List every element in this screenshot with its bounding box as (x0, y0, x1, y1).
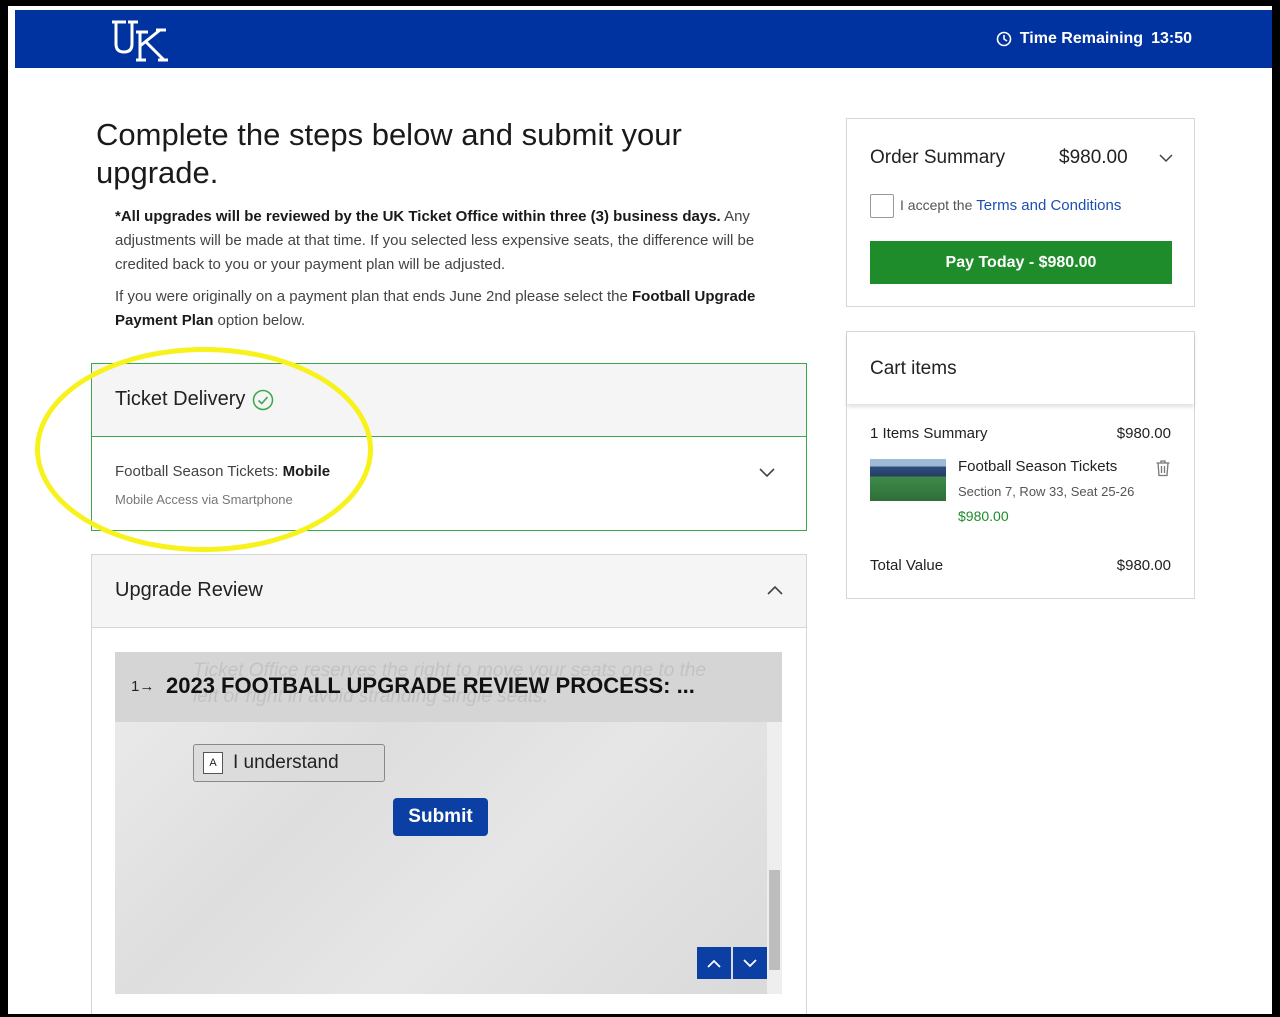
embed-scrollbar[interactable] (767, 722, 782, 994)
next-question-button[interactable] (733, 947, 767, 979)
cart-item-seat: Section 7, Row 33, Seat 25-26 (958, 484, 1135, 499)
review-notice-bold: *All upgrades will be reviewed by the UK… (115, 208, 721, 225)
chevron-down-icon (743, 958, 757, 967)
ticket-delivery-panel: Ticket Delivery Football Season Tickets:… (91, 363, 807, 531)
order-summary-total: $980.00 (1059, 147, 1128, 168)
order-summary-panel: Order Summary $980.00 I accept the Terms… (846, 118, 1195, 307)
total-value-label: Total Value (870, 557, 944, 574)
accept-terms-text: I accept the Terms and Conditions (900, 197, 1121, 214)
timer-value: 13:50 (1151, 30, 1192, 47)
time-remaining: Time Remaining 13:50 (996, 30, 1192, 48)
chevron-down-icon[interactable] (759, 468, 775, 478)
timer-label: Time Remaining (1019, 30, 1144, 47)
review-notice: *All upgrades will be reviewed by the UK… (115, 205, 795, 277)
page-frame: Time Remaining 13:50 Complete the steps … (8, 6, 1272, 1014)
cart-items-title: Cart items (870, 358, 957, 379)
items-summary-value: $980.00 (1116, 425, 1171, 442)
delivery-method-label: Football Season Tickets: (115, 463, 283, 480)
chevron-up-icon (707, 959, 721, 968)
choice-i-understand[interactable]: A I understand (193, 744, 385, 782)
review-form-embed: Ticket Office reserves the right to move… (115, 652, 782, 994)
upgrade-review-panel: Upgrade Review Ticket Office reserves th… (91, 554, 807, 1014)
order-summary-title: Order Summary (870, 147, 1006, 168)
cart-items-header: Cart items (847, 332, 1194, 404)
total-value-amount: $980.00 (1116, 557, 1171, 574)
trash-icon[interactable] (1155, 459, 1171, 477)
terms-checkbox[interactable] (870, 194, 894, 218)
stadium-thumbnail (870, 459, 946, 501)
delivery-subtext: Mobile Access via Smartphone (115, 492, 293, 507)
choice-key: A (203, 752, 223, 774)
check-circle-icon (252, 389, 274, 411)
cart-item-name: Football Season Tickets (958, 458, 1118, 475)
delivery-method-value: Mobile (282, 463, 331, 480)
previous-question-button[interactable] (697, 947, 731, 979)
payment-plan-notice: If you were originally on a payment plan… (115, 285, 795, 333)
delivery-method: Football Season Tickets: Mobile (115, 463, 330, 480)
pay-today-button[interactable]: Pay Today - $980.00 (870, 241, 1172, 284)
clock-icon (996, 31, 1012, 47)
upgrade-review-header[interactable]: Upgrade Review (92, 555, 806, 628)
uk-logo (112, 20, 168, 62)
chevron-down-icon[interactable] (1159, 154, 1173, 163)
top-bar: Time Remaining 13:50 (15, 10, 1272, 68)
terms-link[interactable]: Terms and Conditions (976, 197, 1121, 214)
scroll-thumb[interactable] (769, 870, 780, 970)
accept-terms-pre: I accept the (900, 197, 977, 213)
chevron-up-icon[interactable] (767, 585, 783, 595)
choice-label: I understand (233, 752, 339, 773)
question-number: 1→ (131, 678, 155, 695)
question-nav (697, 947, 767, 979)
cart-items-panel: Cart items 1 Items Summary $980.00 Footb… (846, 331, 1195, 599)
ticket-delivery-header[interactable]: Ticket Delivery (92, 364, 806, 437)
upgrade-review-title: Upgrade Review (115, 579, 263, 601)
ticket-delivery-title: Ticket Delivery (115, 388, 246, 410)
items-summary-label: 1 Items Summary (870, 425, 988, 442)
payment-plan-pre: If you were originally on a payment plan… (115, 288, 632, 305)
page-title: Complete the steps below and submit your… (96, 117, 682, 190)
payment-plan-post: option below. (213, 312, 306, 329)
question-title: 2023 FOOTBALL UPGRADE REVIEW PROCESS: ..… (166, 673, 695, 698)
cart-item-price: $980.00 (958, 508, 1009, 524)
submit-button[interactable]: Submit (393, 798, 488, 836)
